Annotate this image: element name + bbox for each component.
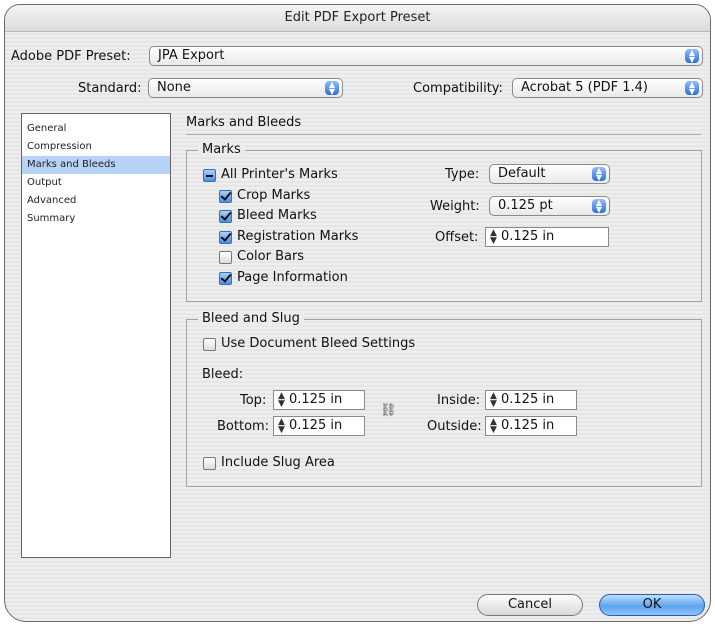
section-divider: [186, 134, 701, 135]
crop-marks-checkbox[interactable]: [219, 190, 232, 203]
crop-marks-label: Crop Marks: [237, 188, 311, 203]
color-bars-label: Color Bars: [237, 249, 305, 264]
top-label: Top:: [240, 393, 267, 408]
type-value: Default: [498, 166, 546, 181]
weight-label: Weight:: [430, 199, 480, 214]
sidebar-item-general[interactable]: General: [22, 120, 170, 138]
preset-label: Adobe PDF Preset:: [11, 49, 131, 64]
use-document-bleed-checkbox[interactable]: [203, 338, 216, 351]
bottom-value: 0.125 in: [289, 418, 343, 433]
stepper-arrows-icon[interactable]: ▲ ▼: [488, 392, 499, 409]
dialog-title: Edit PDF Export Preset: [5, 5, 710, 32]
include-slug-label: Include Slug Area: [221, 455, 335, 470]
type-label: Type:: [445, 167, 480, 182]
bleed-marks-label: Bleed Marks: [237, 208, 317, 223]
all-printers-marks-checkbox[interactable]: [203, 169, 216, 182]
inside-label: Inside:: [437, 393, 481, 408]
include-slug-checkbox[interactable]: [203, 457, 216, 470]
sidebar-item-marks-and-bleeds[interactable]: Marks and Bleeds: [22, 156, 170, 174]
standard-select[interactable]: None ▲ ▼: [148, 78, 343, 98]
section-title: Marks and Bleeds: [186, 115, 302, 130]
registration-marks-checkbox[interactable]: [219, 231, 232, 244]
inside-field[interactable]: ▲ ▼ 0.125 in: [485, 390, 577, 410]
use-document-bleed-label: Use Document Bleed Settings: [221, 336, 416, 351]
page-information-checkbox[interactable]: [219, 272, 232, 285]
sidebar-item-summary[interactable]: Summary: [22, 210, 170, 228]
marks-group-title: Marks: [198, 142, 245, 157]
updown-arrows-icon: ▲ ▼: [685, 49, 699, 64]
registration-marks-label: Registration Marks: [237, 229, 359, 244]
inside-value: 0.125 in: [501, 392, 555, 407]
top-value: 0.125 in: [289, 392, 343, 407]
sidebar-item-advanced[interactable]: Advanced: [22, 192, 170, 210]
sidebar-item-compression[interactable]: Compression: [22, 138, 170, 156]
type-select[interactable]: Default ▲ ▼: [489, 164, 610, 184]
stepper-arrows-icon[interactable]: ▲ ▼: [276, 392, 287, 409]
bleed-slug-group-title: Bleed and Slug: [198, 311, 304, 326]
offset-value: 0.125 in: [501, 229, 555, 244]
compatibility-value: Acrobat 5 (PDF 1.4): [521, 80, 648, 95]
updown-arrows-icon: ▲ ▼: [325, 81, 339, 96]
category-list: General Compression Marks and Bleeds Out…: [21, 113, 171, 558]
stepper-arrows-icon[interactable]: ▲ ▼: [488, 229, 499, 246]
updown-arrows-icon: ▲ ▼: [592, 167, 606, 182]
ok-button[interactable]: OK: [599, 594, 705, 616]
sidebar-item-output[interactable]: Output: [22, 174, 170, 192]
stepper-arrows-icon[interactable]: ▲ ▼: [488, 418, 499, 435]
weight-select[interactable]: 0.125 pt ▲ ▼: [489, 196, 610, 216]
cancel-button[interactable]: Cancel: [477, 594, 583, 616]
all-printers-marks-label: All Printer's Marks: [221, 167, 338, 182]
color-bars-checkbox[interactable]: [219, 251, 232, 264]
preset-value: JPA Export: [158, 48, 225, 63]
updown-arrows-icon: ▲ ▼: [685, 81, 699, 96]
outside-value: 0.125 in: [501, 418, 555, 433]
bottom-field[interactable]: ▲ ▼ 0.125 in: [273, 416, 365, 436]
bleed-label: Bleed:: [202, 367, 244, 382]
bleed-marks-checkbox[interactable]: [219, 210, 232, 223]
standard-label: Standard:: [78, 81, 142, 96]
standard-value: None: [157, 80, 191, 95]
offset-field[interactable]: ▲ ▼ 0.125 in: [485, 227, 609, 247]
offset-label: Offset:: [435, 230, 479, 245]
stepper-arrows-icon[interactable]: ▲ ▼: [276, 418, 287, 435]
export-preset-dialog: Edit PDF Export Preset Adobe PDF Preset:…: [4, 4, 711, 622]
bottom-label: Bottom:: [217, 419, 270, 434]
top-field[interactable]: ▲ ▼ 0.125 in: [273, 390, 365, 410]
updown-arrows-icon: ▲ ▼: [592, 199, 606, 214]
preset-select[interactable]: JPA Export ▲ ▼: [149, 46, 703, 66]
outside-label: Outside:: [427, 419, 482, 434]
outside-field[interactable]: ▲ ▼ 0.125 in: [485, 416, 577, 436]
compatibility-select[interactable]: Acrobat 5 (PDF 1.4) ▲ ▼: [512, 78, 703, 98]
chain-link-icon[interactable]: ⛓: [380, 403, 397, 418]
compatibility-label: Compatibility:: [413, 81, 503, 96]
page-information-label: Page Information: [237, 270, 348, 285]
weight-value: 0.125 pt: [498, 198, 553, 213]
